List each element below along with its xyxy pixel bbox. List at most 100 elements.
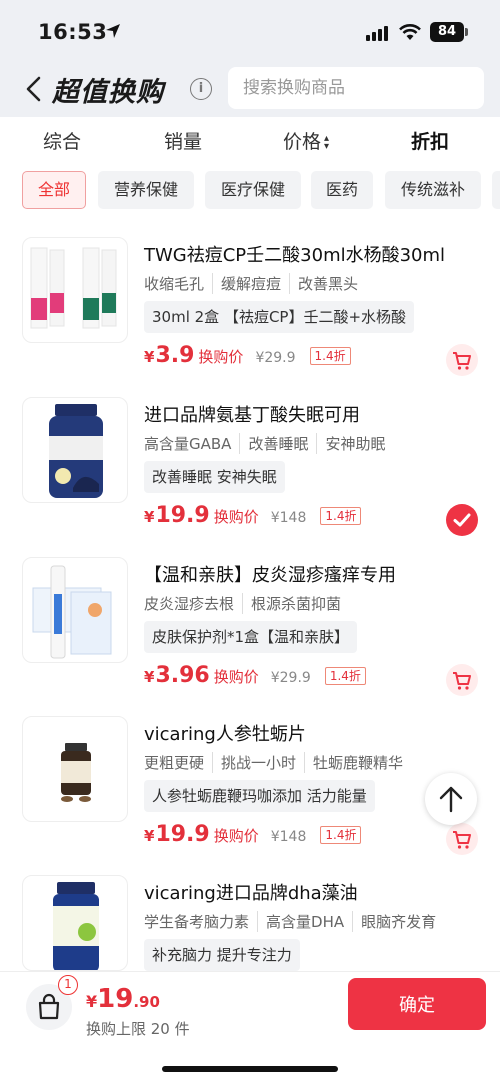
exchange-price: ¥19.9 [144, 822, 210, 847]
product-tags: 高含量GABA 改善睡眠 安神助眠 [144, 433, 393, 454]
sort-arrows-icon: ▴ ▾ [324, 132, 330, 152]
cellular-signal-icon [366, 26, 388, 41]
product-tags: 学生备考脑力素 高含量DHA 眼脑齐发育 [144, 911, 444, 932]
original-price: ¥148 [270, 829, 307, 845]
currency-symbol: ¥ [144, 508, 155, 526]
category-chip-medicine[interactable]: 医药 [311, 171, 373, 209]
product-name: 【温和亲肤】皮炎湿疹瘙痒专用 [144, 565, 396, 586]
exchange-price: ¥3.96 [144, 663, 210, 688]
price-row: ¥19.9 换购价 ¥148 1.4折 [144, 503, 362, 528]
price-row: ¥19.9 换购价 ¥148 1.4折 [144, 822, 362, 847]
product-tags: 更粗更硬 挑战一小时 牡蛎鹿鞭精华 [144, 752, 411, 773]
original-price: ¥29.9 [255, 350, 296, 366]
battery-icon: 84 [430, 22, 464, 42]
product-image-skin-cream [32, 565, 112, 659]
product-tag: 根源杀菌抑菌 [242, 593, 349, 614]
scroll-to-top-button[interactable] [425, 773, 477, 825]
sort-tab-comprehensive[interactable]: 综合 [43, 127, 81, 154]
cart-icon [453, 831, 471, 849]
product-tag: 学生备考脑力素 [144, 913, 250, 931]
wifi-icon [399, 24, 421, 40]
product-spec: 人参牡蛎鹿鞭玛咖添加 活力能量 [144, 780, 375, 812]
category-chip-medical-care[interactable]: 医疗保健 [205, 171, 301, 209]
product-image [22, 716, 128, 822]
product-tag: 安神助眠 [316, 433, 393, 454]
currency-symbol: ¥ [144, 668, 155, 686]
original-price: ¥148 [270, 510, 307, 526]
product-image [22, 557, 128, 663]
currency-symbol: ¥ [144, 827, 155, 845]
product-tag: 改善黑头 [289, 273, 366, 294]
discount-badge: 1.4折 [320, 506, 362, 525]
page-title: 超值换购 [52, 77, 164, 108]
price-label: 换购价 [213, 508, 259, 526]
add-to-cart-button[interactable] [446, 823, 478, 855]
category-chip-tonic[interactable]: 传统滋补 [385, 171, 481, 209]
add-to-cart-button[interactable] [446, 664, 478, 696]
product-name: vicaring进口品牌dha藻油 [144, 883, 358, 904]
product-image-gaba-bottle [49, 404, 103, 498]
product-image [22, 397, 128, 503]
exchange-price: ¥19.9 [144, 503, 210, 528]
product-spec: 补充脑力 提升专注力 [144, 939, 300, 971]
price-value: 3.9 [155, 343, 195, 368]
price-row: ¥3.96 换购价 ¥29.9 1.4折 [144, 663, 366, 688]
discount-badge: 1.4折 [324, 666, 366, 685]
product-tag: 皮炎湿疹去根 [144, 595, 235, 613]
category-chip-more[interactable] [492, 171, 500, 209]
product-tag: 收缩毛孔 [144, 275, 205, 293]
product-tags: 皮炎湿疹去根 根源杀菌抑菌 [144, 593, 349, 614]
category-chip-nutrition[interactable]: 营养保健 [98, 171, 194, 209]
product-tag: 更粗更硬 [144, 754, 205, 772]
product-tag: 眼脑齐发育 [352, 911, 444, 932]
product-name: 进口品牌氨基丁酸失眠可用 [144, 405, 360, 426]
cart-icon [453, 672, 471, 690]
category-chip-all[interactable]: 全部 [22, 171, 86, 209]
product-tag: 缓解痘痘 [212, 273, 289, 294]
discount-badge: 1.4折 [309, 346, 351, 365]
total-integer: 19 [97, 984, 134, 1014]
price-label: 换购价 [213, 668, 259, 686]
cart-icon [453, 352, 471, 370]
selected-check-button[interactable] [446, 504, 478, 536]
product-image [22, 875, 128, 971]
total-currency: ¥ [86, 992, 98, 1011]
sort-tab-price[interactable]: 价格 ▴ ▾ [283, 127, 329, 154]
sort-tab-sales[interactable]: 销量 [164, 127, 202, 154]
confirm-button[interactable]: 确定 [348, 978, 486, 1030]
product-tag: 牡蛎鹿鞭精华 [304, 752, 411, 773]
product-image-acne-tubes [30, 247, 117, 329]
product-tag: 高含量DHA [257, 911, 352, 932]
info-icon[interactable]: i [190, 78, 212, 100]
add-to-cart-button[interactable] [446, 344, 478, 376]
product-name: vicaring人参牡蛎片 [144, 724, 306, 745]
product-image-dha-bottle [53, 882, 99, 970]
arrow-up-icon [439, 786, 463, 813]
product-image [22, 237, 128, 343]
product-image-oyster-bottle [61, 743, 91, 802]
product-tag: 高含量GABA [144, 435, 232, 453]
product-item[interactable]: 【温和亲肤】皮炎湿疹瘙痒专用 皮炎湿疹去根 根源杀菌抑菌 皮肤保护剂*1盒【温和… [0, 557, 500, 717]
discount-badge: 1.4折 [320, 825, 362, 844]
status-bar: 16:53 84 [0, 0, 500, 62]
search-input[interactable] [228, 67, 484, 109]
original-price: ¥29.9 [270, 670, 311, 686]
page-header: 超值换购 i [0, 62, 500, 117]
home-indicator [162, 1066, 338, 1072]
product-item[interactable]: TWG祛痘CP壬二酸30ml水杨酸30ml 收缩毛孔 缓解痘痘 改善黑头 30m… [0, 237, 500, 397]
back-arrow-icon[interactable] [22, 74, 46, 104]
product-tag: 改善睡眠 [239, 433, 316, 454]
price-value: 19.9 [155, 503, 210, 528]
sort-tab-price-label: 价格 [283, 131, 322, 153]
status-time: 16:53 [38, 20, 108, 44]
price-row: ¥3.9 换购价 ¥29.9 1.4折 [144, 343, 351, 368]
price-value: 19.9 [155, 822, 210, 847]
price-value: 3.96 [155, 663, 210, 688]
product-name: TWG祛痘CP壬二酸30ml水杨酸30ml [144, 245, 446, 266]
search-box[interactable] [228, 67, 484, 109]
total-decimal: .90 [133, 993, 160, 1011]
product-tags: 收缩毛孔 缓解痘痘 改善黑头 [144, 273, 366, 294]
product-item[interactable]: 进口品牌氨基丁酸失眠可用 高含量GABA 改善睡眠 安神助眠 改善睡眠 安神失眠… [0, 397, 500, 557]
sort-tab-discount[interactable]: 折扣 [411, 127, 449, 154]
product-tag: 挑战一小时 [212, 752, 304, 773]
